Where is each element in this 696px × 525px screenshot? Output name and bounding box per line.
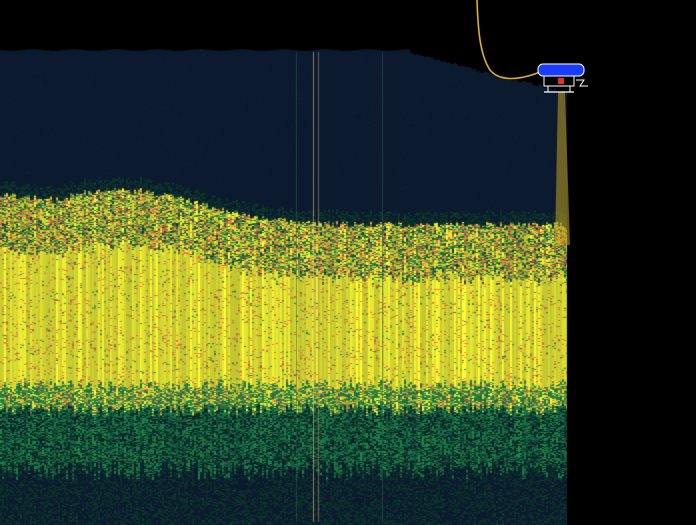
survey-vehicle-overlay xyxy=(476,0,588,245)
tether-cable xyxy=(476,0,541,80)
sonar-beam xyxy=(555,92,570,245)
vehicle-icon xyxy=(537,63,588,93)
